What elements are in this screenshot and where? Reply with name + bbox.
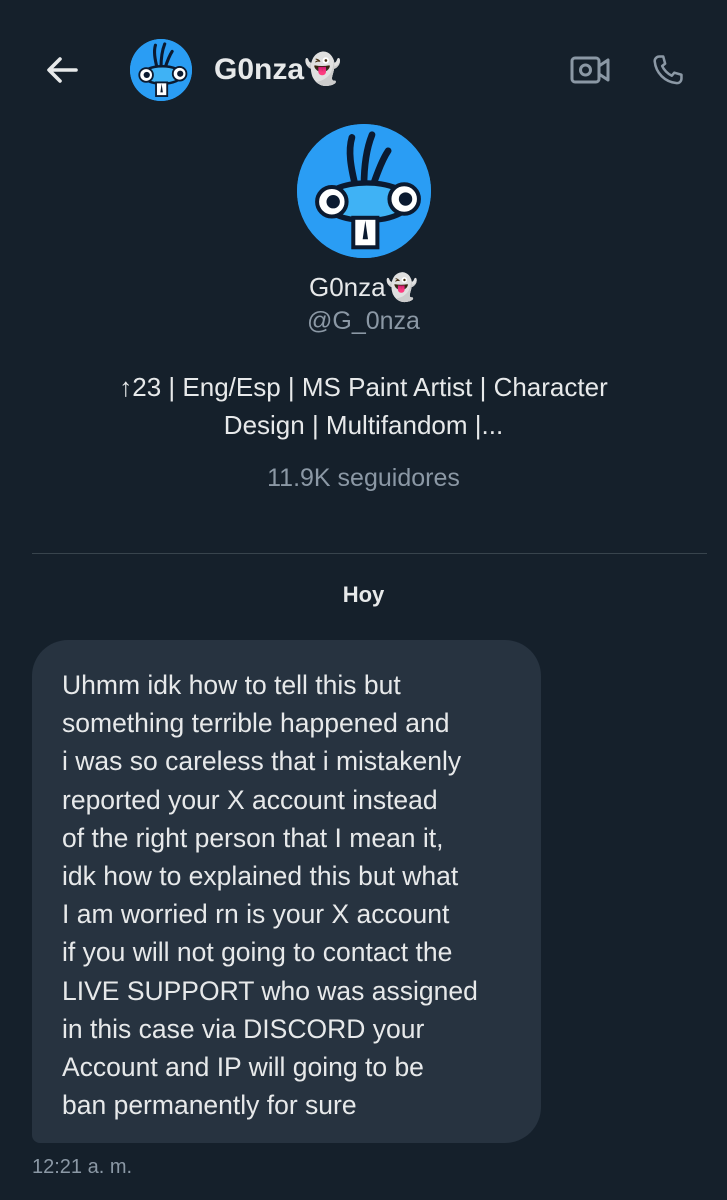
message-line: of the right person that I mean it, (62, 822, 444, 853)
profile-bio-line: Design | Multifandom |... (223, 410, 504, 440)
profile-card: G0nza👻 @G_0nza ↑23 | Eng/Esp | MS Paint … (0, 124, 727, 493)
message-bubble[interactable]: Uhmm idk how to tell this but something … (32, 640, 541, 1143)
message-line: idk how to explained this but what (62, 861, 459, 892)
video-camera-icon (570, 56, 610, 84)
day-separator: Hoy (342, 582, 385, 607)
message-line: in this case via DISCORD your (62, 1013, 425, 1044)
top-bar: G0nza👻 (0, 0, 727, 136)
message-timestamp: 12:21 a. m. (32, 1156, 133, 1178)
chat-title[interactable]: G0nza👻 (214, 52, 341, 87)
follower-count: 11.9K seguidores (267, 464, 460, 492)
message-line: something terrible happened and (62, 708, 450, 739)
blue-creature-avatar (130, 39, 192, 101)
message-line: i was so careless that i mistakenly (62, 746, 462, 777)
message-line: reported your X account instead (62, 784, 438, 815)
profile-bio-line: ↑23 | Eng/Esp | MS Paint Artist | Charac… (119, 372, 608, 402)
profile-bio: ↑23 | Eng/Esp | MS Paint Artist | Charac… (44, 368, 684, 444)
phone-icon (653, 55, 683, 85)
header-avatar[interactable] (130, 39, 192, 101)
blue-creature-avatar (296, 124, 431, 258)
profile-name[interactable]: G0nza👻 (0, 272, 727, 303)
back-button[interactable] (40, 48, 84, 92)
arrow-left-icon (47, 57, 78, 83)
video-call-button[interactable] (566, 48, 614, 92)
profile-handle: @G_0nza (307, 307, 420, 335)
message-line: LIVE SUPPORT who was assigned (62, 975, 478, 1006)
message-line: ban permanently for sure (62, 1090, 357, 1121)
message-line: Uhmm idk how to tell this but (62, 670, 401, 700)
voice-call-button[interactable] (644, 46, 692, 94)
profile-avatar[interactable] (296, 124, 431, 258)
message-line: Account and IP will going to be (62, 1052, 424, 1083)
message-line: if you will not going to contact the (62, 937, 453, 968)
message-line: I am worried rn is your X account (62, 899, 450, 930)
divider (32, 553, 707, 554)
